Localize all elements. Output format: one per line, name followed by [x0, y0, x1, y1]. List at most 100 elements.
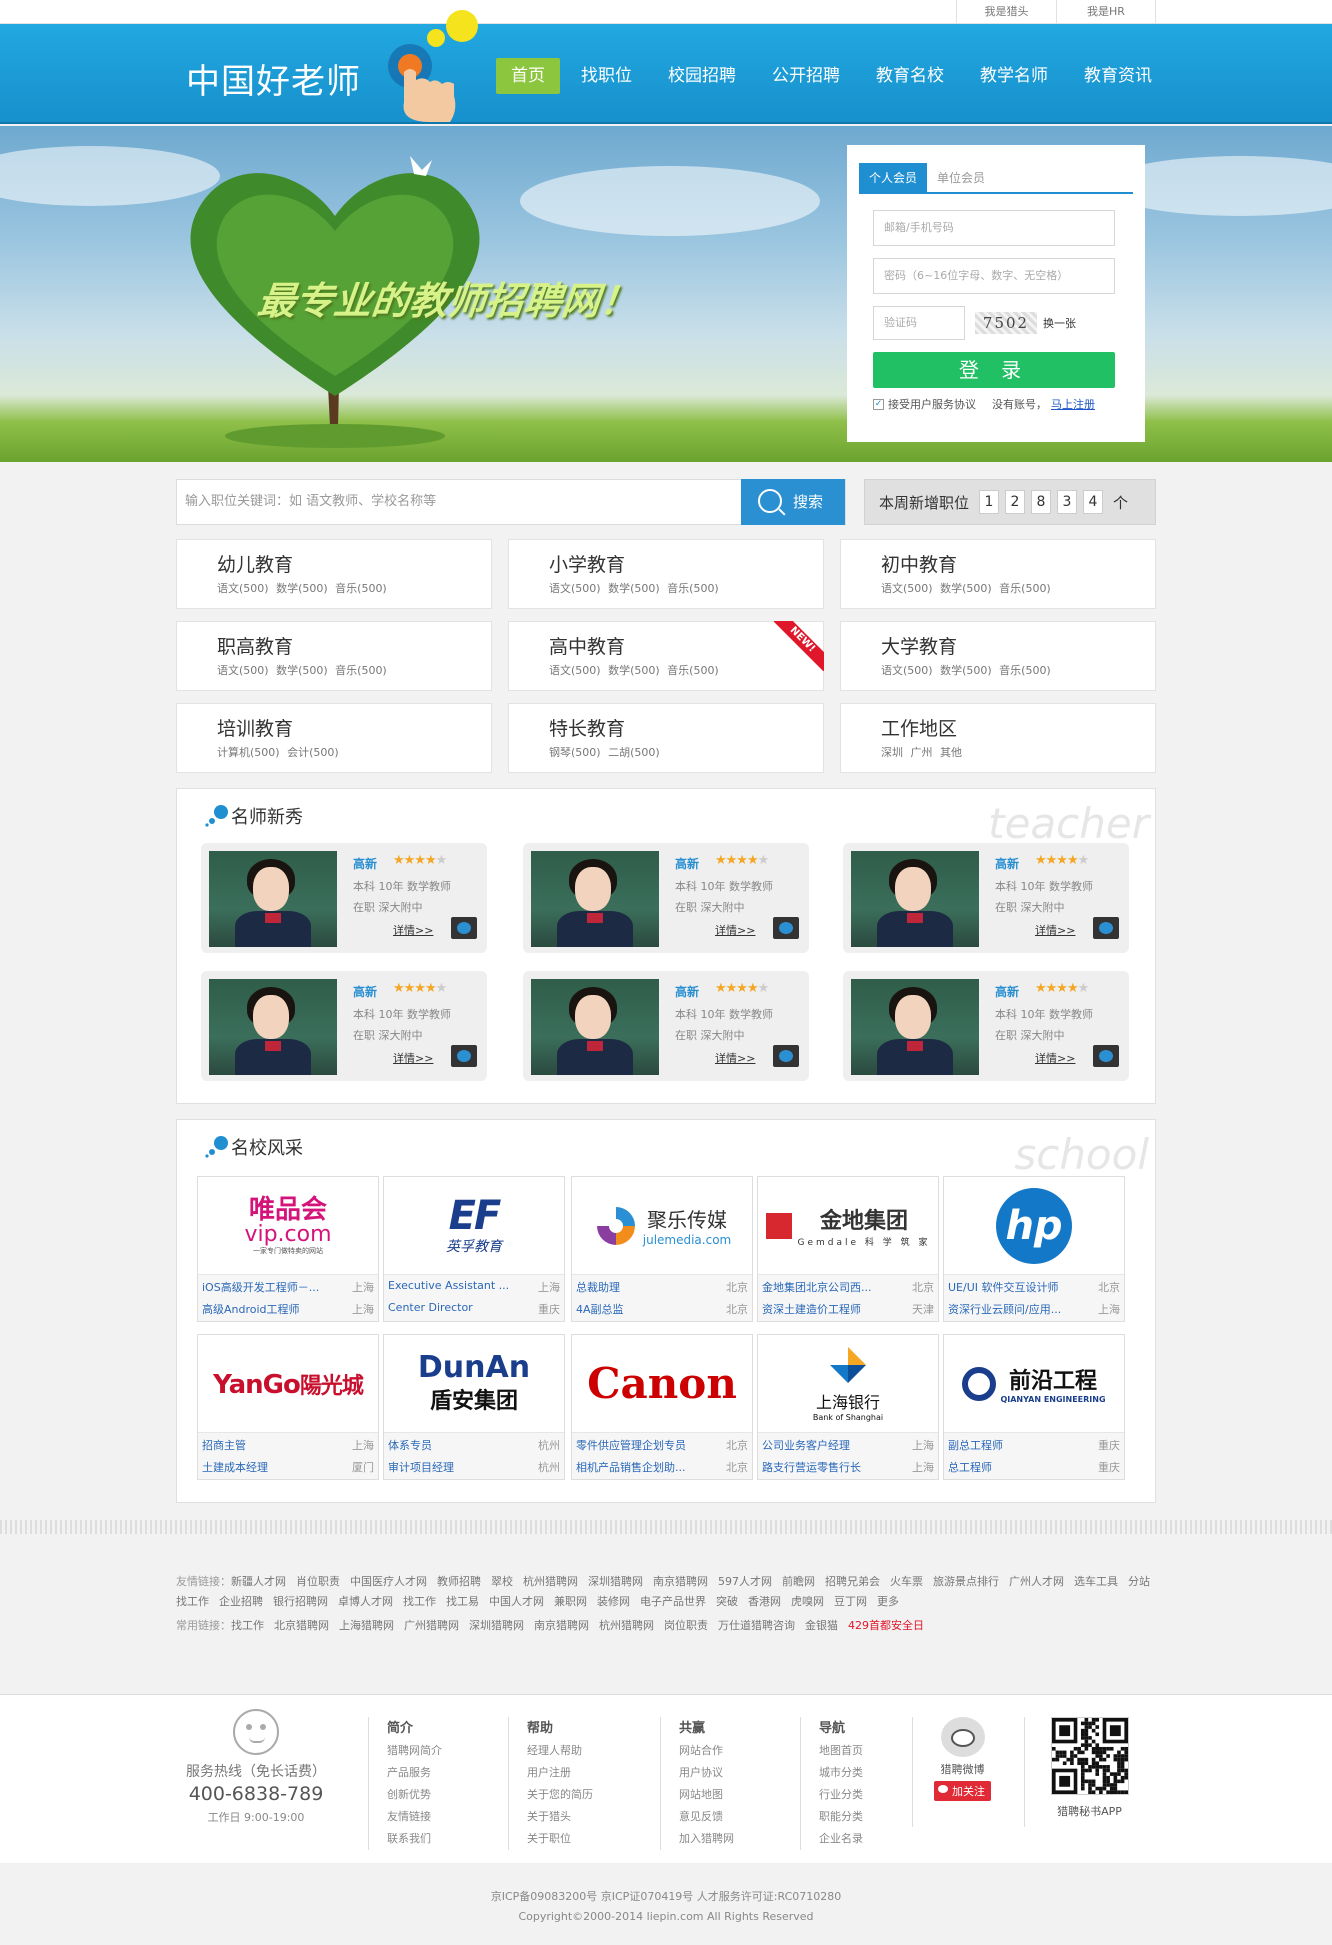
- teacher-photo[interactable]: [851, 979, 979, 1075]
- school-card[interactable]: DunAn 盾安集团 体系专员 杭州 审计项目经理 杭州: [383, 1334, 565, 1480]
- friend-link[interactable]: 虎嗅网: [791, 1595, 824, 1608]
- job-title[interactable]: 4A副总监: [576, 1301, 624, 1317]
- nav-teachers[interactable]: 教学名师: [965, 58, 1063, 94]
- footer-link[interactable]: 经理人帮助: [527, 1740, 628, 1762]
- teacher-name[interactable]: 高新: [995, 983, 1019, 1000]
- friend-link[interactable]: 银行招聘网: [273, 1595, 328, 1608]
- follow-button[interactable]: 加关注: [934, 1781, 991, 1801]
- footer-link[interactable]: 联系我们: [387, 1828, 488, 1850]
- job-title[interactable]: iOS高级开发工程师－...: [202, 1279, 319, 1295]
- footer-link[interactable]: 用户注册: [527, 1762, 628, 1784]
- friend-link[interactable]: 深圳猎聘网: [588, 1575, 643, 1588]
- friend-link[interactable]: 找工作: [403, 1595, 436, 1608]
- school-job-row[interactable]: 金地集团北京公司西... 北京: [762, 1279, 934, 1295]
- school-card[interactable]: 前沿工程 QIANYAN ENGINEERING 副总工程师 重庆 总工程师 重庆: [943, 1334, 1125, 1480]
- teacher-name[interactable]: 高新: [353, 983, 377, 1000]
- teacher-card[interactable]: 高新 ★★★★★ 本科 10年 数学教师 在职 深大附中 详情>>: [201, 971, 487, 1081]
- friend-link[interactable]: 招聘兄弟会: [825, 1575, 880, 1588]
- email-field[interactable]: 邮箱/手机号码: [873, 210, 1115, 246]
- job-title[interactable]: UE/UI 软件交互设计师: [948, 1279, 1059, 1295]
- teacher-photo[interactable]: [531, 979, 659, 1075]
- friend-link[interactable]: 中国人才网: [489, 1595, 544, 1608]
- friend-link[interactable]: 教师招聘: [437, 1575, 481, 1588]
- video-icon[interactable]: [1093, 917, 1119, 939]
- job-title[interactable]: Center Director: [388, 1301, 473, 1317]
- friend-link[interactable]: 兼职网: [554, 1595, 587, 1608]
- friend-link[interactable]: 新疆人才网: [231, 1575, 286, 1588]
- video-icon[interactable]: [773, 917, 799, 939]
- friend-link[interactable]: 翠校: [491, 1575, 513, 1588]
- job-title[interactable]: 总工程师: [948, 1459, 992, 1475]
- footer-link[interactable]: 加入猎聘网: [679, 1828, 780, 1850]
- footer-link[interactable]: 地图首页: [819, 1740, 920, 1762]
- school-logo[interactable]: YanGo陽光城: [198, 1335, 378, 1433]
- friend-link[interactable]: 肖位职责: [296, 1575, 340, 1588]
- footer-link[interactable]: 关于猎头: [527, 1806, 628, 1828]
- footer-link[interactable]: 网站合作: [679, 1740, 780, 1762]
- job-title[interactable]: 路支行营运零售行长: [762, 1459, 861, 1475]
- friend-link[interactable]: 企业招聘: [219, 1595, 263, 1608]
- category-card[interactable]: 高中教育 语文(500) 数学(500) 音乐(500) NEW!: [508, 621, 824, 691]
- teacher-card[interactable]: 高新 ★★★★★ 本科 10年 数学教师 在职 深大附中 详情>>: [843, 971, 1129, 1081]
- job-title[interactable]: 总裁助理: [576, 1279, 620, 1295]
- category-sub[interactable]: 语文(500) 数学(500) 音乐(500): [217, 662, 491, 678]
- school-job-row[interactable]: Executive Assistant ... 上海: [388, 1279, 560, 1295]
- friend-link[interactable]: 选车工具: [1074, 1575, 1118, 1588]
- teacher-card[interactable]: 高新 ★★★★★ 本科 10年 数学教师 在职 深大附中 详情>>: [843, 843, 1129, 953]
- school-card[interactable]: 金地集团 Gemdale 科 学 筑 家金地集团北京公司西... 北京 资深土建造价工…: [757, 1176, 939, 1322]
- teacher-photo[interactable]: [209, 851, 337, 947]
- teacher-photo[interactable]: [851, 851, 979, 947]
- category-card[interactable]: 小学教育 语文(500) 数学(500) 音乐(500): [508, 539, 824, 609]
- captcha-field[interactable]: 验证码: [873, 306, 965, 340]
- school-job-row[interactable]: 土建成本经理 厦门: [202, 1459, 374, 1475]
- school-card[interactable]: EF 英孚教育 Executive Assistant ... 上海 Center Di…: [383, 1176, 565, 1322]
- friend-link[interactable]: 杭州猎聘网: [523, 1575, 578, 1588]
- job-title[interactable]: 高级Android工程师: [202, 1301, 300, 1317]
- school-job-row[interactable]: 副总工程师 重庆: [948, 1437, 1120, 1453]
- footer-link[interactable]: 关于您的简历: [527, 1784, 628, 1806]
- common-link[interactable]: 找工作: [231, 1619, 264, 1632]
- video-icon[interactable]: [773, 1045, 799, 1067]
- school-job-row[interactable]: 资深行业云顾问/应用... 上海: [948, 1301, 1120, 1317]
- friend-link[interactable]: 广州人才网: [1009, 1575, 1064, 1588]
- nav-news[interactable]: 教育资讯: [1069, 58, 1167, 94]
- school-logo[interactable]: 前沿工程 QIANYAN ENGINEERING: [944, 1335, 1124, 1433]
- school-job-row[interactable]: 相机产品销售企划助... 北京: [576, 1459, 748, 1475]
- school-job-row[interactable]: 总裁助理 北京: [576, 1279, 748, 1295]
- register-link[interactable]: 马上注册: [1051, 396, 1095, 412]
- category-title[interactable]: 初中教育: [881, 550, 1155, 577]
- site-logo[interactable]: 中国好老师: [186, 54, 361, 103]
- school-job-row[interactable]: 零件供应管理企划专员 北京: [576, 1437, 748, 1453]
- nav-find-jobs[interactable]: 找职位: [566, 58, 647, 94]
- search-input[interactable]: 输入职位关键词：如 语文教师、学校名称等: [185, 480, 436, 524]
- category-sub[interactable]: 语文(500) 数学(500) 音乐(500): [881, 580, 1155, 596]
- category-sub[interactable]: 计算机(500) 会计(500): [217, 744, 491, 760]
- weibo-icon[interactable]: [940, 1717, 985, 1757]
- nav-campus[interactable]: 校园招聘: [653, 58, 751, 94]
- footer-link[interactable]: 用户协议: [679, 1762, 780, 1784]
- common-link[interactable]: 万仕道猎聘咨询: [718, 1619, 795, 1632]
- common-link[interactable]: 南京猎聘网: [534, 1619, 589, 1632]
- footer-link[interactable]: 企业名录: [819, 1828, 920, 1850]
- friend-link[interactable]: 前瞻网: [782, 1575, 815, 1588]
- school-card[interactable]: hp UE/UI 软件交互设计师 北京 资深行业云顾问/应用... 上海: [943, 1176, 1125, 1322]
- job-title[interactable]: 公司业务客户经理: [762, 1437, 850, 1453]
- school-job-row[interactable]: 4A副总监 北京: [576, 1301, 748, 1317]
- common-link[interactable]: 杭州猎聘网: [599, 1619, 654, 1632]
- school-job-row[interactable]: 体系专员 杭州: [388, 1437, 560, 1453]
- friend-link[interactable]: 卓博人才网: [338, 1595, 393, 1608]
- nav-home[interactable]: 首页: [496, 58, 560, 94]
- video-icon[interactable]: [451, 917, 477, 939]
- video-icon[interactable]: [1093, 1045, 1119, 1067]
- nav-schools[interactable]: 教育名校: [861, 58, 959, 94]
- job-title[interactable]: Executive Assistant ...: [388, 1279, 509, 1295]
- link-hr[interactable]: 我是HR: [1056, 0, 1156, 24]
- category-sub[interactable]: 深圳 广州 其他: [881, 744, 1155, 760]
- category-title[interactable]: 大学教育: [881, 632, 1155, 659]
- job-title[interactable]: 零件供应管理企划专员: [576, 1437, 686, 1453]
- school-card[interactable]: 唯品会 vip.com 一家专门做特卖的网站 iOS高级开发工程师－... 上海 高级An…: [197, 1176, 379, 1322]
- teacher-card[interactable]: 高新 ★★★★★ 本科 10年 数学教师 在职 深大附中 详情>>: [523, 971, 809, 1081]
- job-title[interactable]: 副总工程师: [948, 1437, 1003, 1453]
- common-link[interactable]: 北京猎聘网: [274, 1619, 329, 1632]
- friend-link[interactable]: 香港网: [748, 1595, 781, 1608]
